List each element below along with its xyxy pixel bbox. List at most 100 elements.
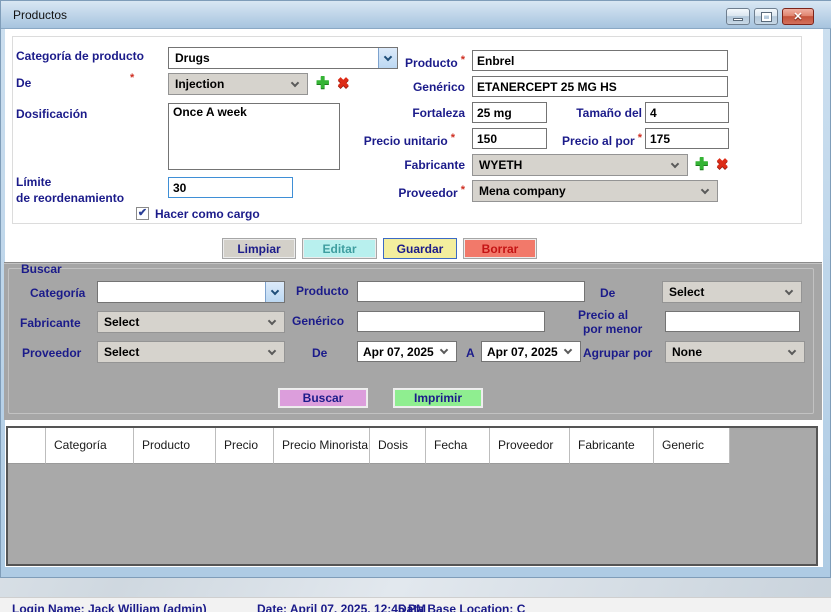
buscar-categoria-combo[interactable]	[97, 281, 285, 303]
buscar-proveedor-label: Proveedor	[22, 346, 81, 360]
status-login: Login Name: Jack William (admin)	[12, 602, 207, 612]
precio-unitario-required-marker: *	[451, 132, 455, 144]
column-header-dosis[interactable]: Dosis	[370, 428, 426, 464]
fecha-hasta-picker[interactable]: Apr 07, 2025	[481, 341, 581, 362]
fabricante-combo[interactable]: WYETH	[472, 154, 688, 176]
precio-por-required-marker: *	[638, 132, 642, 144]
column-header-proveedor[interactable]: Proveedor	[490, 428, 570, 464]
limite-input[interactable]	[168, 177, 293, 198]
results-grid: Categoría Producto Precio Precio Minoris…	[6, 426, 818, 566]
de-combo-value: Injection	[169, 77, 292, 91]
column-header-fecha[interactable]: Fecha	[426, 428, 490, 464]
status-bar: Login Name: Jack William (admin) Date: A…	[0, 597, 831, 612]
buscar-generico-input[interactable]	[357, 311, 545, 332]
column-header-producto[interactable]: Producto	[134, 428, 216, 464]
generico-label: Genérico	[370, 80, 465, 94]
column-header-generic[interactable]: Generic	[654, 428, 730, 464]
fabricante-label: Fabricante	[370, 158, 465, 172]
limite-label-line2: de reordenamiento	[16, 191, 124, 205]
buscar-button[interactable]: Buscar	[278, 388, 368, 408]
fecha-a-label: A	[466, 346, 475, 360]
categoria-combo-value: Drugs	[169, 51, 378, 65]
fortaleza-input[interactable]	[472, 102, 547, 123]
window-title: Productos	[13, 8, 67, 22]
precio-menor-label-line2: por menor	[583, 322, 665, 336]
proveedor-combo[interactable]: Mena company	[472, 180, 718, 202]
delete-fabricante-icon[interactable]: ✖	[716, 155, 729, 173]
proveedor-required-marker: *	[461, 184, 465, 196]
agrupar-label: Agrupar por	[583, 346, 652, 360]
dosificacion-label: Dosificación	[16, 107, 87, 121]
borrar-button[interactable]: Borrar	[463, 238, 537, 259]
agrupar-combo-value: None	[666, 345, 789, 359]
chevron-down-icon	[701, 185, 709, 193]
buscar-producto-label: Producto	[296, 284, 349, 298]
column-header-precio-minorista[interactable]: Precio Minorista	[274, 428, 370, 464]
close-button[interactable]: ✕	[782, 8, 814, 25]
minimize-button[interactable]	[726, 8, 750, 25]
precio-por-input[interactable]	[645, 128, 729, 149]
limpiar-button[interactable]: Limpiar	[222, 238, 296, 259]
categoria-combo[interactable]: Drugs	[168, 47, 398, 69]
chevron-down-icon	[271, 286, 279, 294]
categoria-label: Categoría de producto	[16, 49, 144, 63]
producto-input[interactable]	[472, 50, 728, 71]
limite-label-line1: Límite	[16, 175, 51, 189]
buscar-de-combo-value: Select	[663, 285, 786, 299]
buscar-proveedor-combo[interactable]: Select	[97, 341, 285, 363]
editar-button[interactable]: Editar	[302, 238, 377, 259]
add-fabricante-icon[interactable]: ✚	[695, 154, 708, 174]
guardar-button[interactable]: Guardar	[383, 238, 457, 259]
buscar-producto-input[interactable]	[357, 281, 585, 302]
column-header-selector[interactable]	[8, 428, 46, 464]
cargo-checkbox[interactable]: ✔	[136, 207, 149, 220]
buscar-de-label: De	[600, 286, 615, 300]
status-db-location: Data Base Location: C	[398, 602, 525, 612]
add-type-icon[interactable]: ✚	[316, 73, 329, 93]
precio-menor-input[interactable]	[665, 311, 800, 332]
imprimir-button[interactable]: Imprimir	[393, 388, 483, 408]
chevron-down-icon	[440, 346, 448, 354]
minimize-icon	[733, 18, 743, 21]
column-header-precio[interactable]: Precio	[216, 428, 274, 464]
producto-label: Producto*	[370, 54, 465, 70]
chevron-down-icon	[788, 346, 796, 354]
agrupar-combo[interactable]: None	[665, 341, 805, 363]
buscar-fabricante-combo-value: Select	[98, 315, 269, 329]
fortaleza-label: Fortaleza	[370, 106, 465, 120]
chevron-down-icon	[291, 78, 299, 86]
generico-input[interactable]	[472, 76, 728, 97]
close-icon: ✕	[793, 10, 802, 23]
buscar-categoria-dropdown-button[interactable]	[265, 282, 284, 302]
delete-type-icon[interactable]: ✖	[337, 74, 350, 92]
chevron-down-icon	[785, 286, 793, 294]
column-header-categoria[interactable]: Categoría	[46, 428, 134, 464]
chevron-down-icon	[268, 316, 276, 324]
de-required-marker: *	[130, 72, 134, 84]
tamano-label: Tamaño del	[557, 106, 642, 120]
buscar-categoria-label: Categoría	[30, 286, 85, 300]
check-icon: ✔	[138, 208, 147, 219]
fecha-desde-value: Apr 07, 2025	[358, 345, 441, 359]
buscar-groupbox-title: Buscar	[18, 262, 65, 276]
window-titlebar[interactable]: Productos ✕	[1, 1, 831, 29]
buscar-fabricante-label: Fabricante	[20, 316, 81, 330]
precio-unitario-input[interactable]	[472, 128, 547, 149]
fecha-desde-picker[interactable]: Apr 07, 2025	[357, 341, 457, 362]
buscar-generico-label: Genérico	[292, 314, 344, 328]
chevron-down-icon	[268, 346, 276, 354]
chevron-down-icon	[671, 159, 679, 167]
precio-por-label: Precio al por*	[548, 132, 642, 148]
proveedor-combo-value: Mena company	[473, 184, 702, 198]
de-label: De	[16, 76, 31, 90]
de-combo[interactable]: Injection	[168, 73, 308, 95]
column-header-fabricante[interactable]: Fabricante	[570, 428, 654, 464]
fecha-hasta-value: Apr 07, 2025	[482, 345, 565, 359]
buscar-fabricante-combo[interactable]: Select	[97, 311, 285, 333]
buscar-de-combo[interactable]: Select	[662, 281, 802, 303]
dosificacion-textarea[interactable]: Once A week	[168, 103, 340, 170]
tamano-input[interactable]	[645, 102, 729, 123]
maximize-button[interactable]	[754, 8, 778, 25]
proveedor-label: Proveedor*	[370, 184, 465, 200]
precio-menor-label-line1: Precio al	[578, 308, 660, 322]
